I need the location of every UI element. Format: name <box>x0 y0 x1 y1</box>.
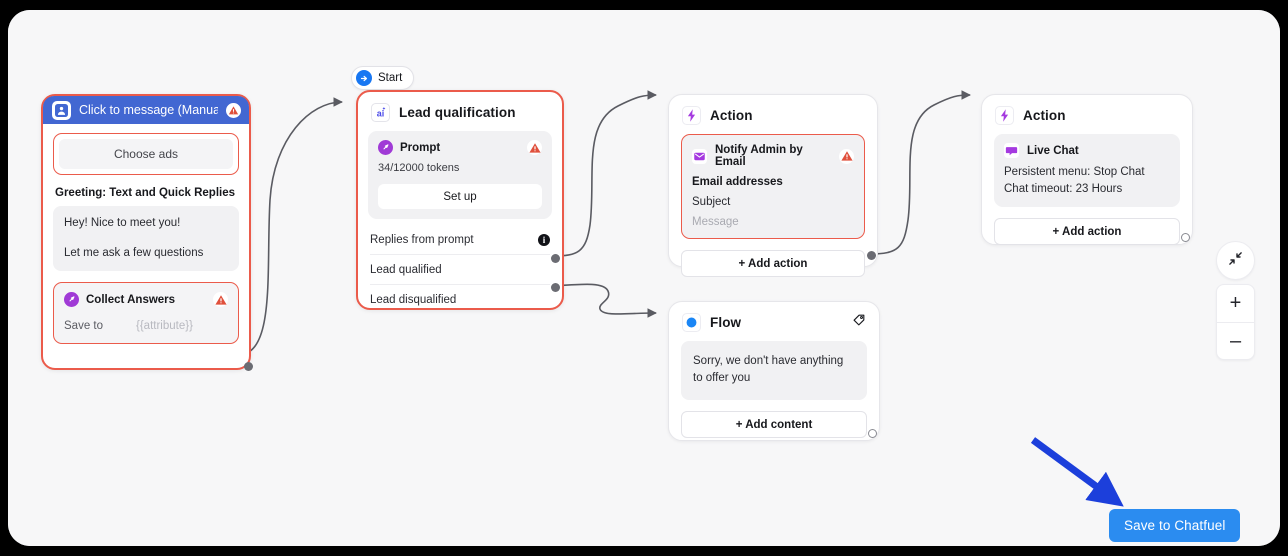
flow-node-title: Flow <box>710 315 742 330</box>
save-to-label: Save to <box>64 320 103 333</box>
collect-answers-icon <box>64 292 79 308</box>
output-label: Lead disqualified <box>370 293 457 306</box>
live-chat-timeout: Chat timeout: 23 Hours <box>1004 182 1123 195</box>
notify-admin-title: Notify Admin by Email <box>715 144 803 168</box>
fit-to-screen-button[interactable] <box>1216 241 1255 280</box>
output-row-lead-qualified[interactable]: Lead qualified <box>370 254 550 284</box>
warning-triangle-icon <box>839 148 854 164</box>
edge-qualified-to-action-email <box>552 90 657 257</box>
choose-ads-button[interactable]: Choose ads <box>59 139 233 169</box>
lead-node-title: Lead qualification <box>399 105 516 120</box>
field-subject: Subject <box>692 196 731 208</box>
node-click-to-message[interactable]: Click to message (Manual ... Choose ads … <box>41 94 253 371</box>
live-chat-header: Live Chat <box>1004 143 1170 158</box>
save-to-chatfuel-button[interactable]: Save to Chatfuel <box>1109 509 1241 542</box>
flow-message-text: Sorry, we don't have anything to offer y… <box>693 355 844 384</box>
flow-canvas[interactable]: Start Click to message (Manual ... <box>8 10 1280 546</box>
action-chat-title: Action <box>1023 108 1066 123</box>
svg-text:ai: ai <box>377 108 385 118</box>
node-action-email[interactable]: Action Notify Admin by Email Email addre… <box>668 94 878 277</box>
field-message: Message <box>692 216 739 228</box>
prompt-card[interactable]: Prompt 34/12000 tokens Set up <box>368 131 552 219</box>
node-action-live-chat[interactable]: Action Live Chat Persistent menu: Stop C… <box>981 94 1193 246</box>
greeting-section-label: Greeting: Text and Quick Replies <box>55 187 235 199</box>
entry-node-body: Choose ads Greeting: Text and Quick Repl… <box>43 124 249 354</box>
collect-answers-title: Collect Answers <box>86 293 176 306</box>
output-label: Replies from prompt <box>370 233 474 246</box>
field-email-addresses: Email addresses <box>692 176 783 188</box>
flow-output-port[interactable] <box>868 429 877 438</box>
arrow-right-circle-icon <box>356 70 372 86</box>
app-window: Start Click to message (Manual ... <box>8 10 1280 546</box>
warning-triangle-icon <box>226 102 241 118</box>
output-row-replies-from-prompt[interactable]: Replies from prompt i <box>370 225 550 254</box>
output-label: Lead qualified <box>370 263 442 276</box>
live-chat-card[interactable]: Live Chat Persistent menu: Stop Chat Cha… <box>994 134 1180 208</box>
action-chat-header: Action <box>982 95 1192 134</box>
zoom-in-button[interactable]: + <box>1217 285 1254 322</box>
ai-icon: ai <box>371 103 390 122</box>
prompt-title: Prompt <box>400 141 441 154</box>
action-email-output-port[interactable] <box>867 251 876 260</box>
notify-admin-card[interactable]: Notify Admin by Email Email addresses Su… <box>681 134 865 239</box>
warning-triangle-icon <box>527 140 542 155</box>
collect-answers-card[interactable]: Collect Answers Save to {{attribute}} <box>53 282 239 345</box>
add-content-button[interactable]: + Add content <box>681 411 867 439</box>
node-flow[interactable]: Flow Sorry, we don't have anything to of… <box>668 301 880 441</box>
add-action-button[interactable]: + Add action <box>681 250 865 277</box>
action-bolt-icon <box>995 106 1014 125</box>
action-chat-output-port[interactable] <box>1181 233 1190 242</box>
warning-triangle-icon <box>213 292 228 308</box>
port-lead-qualified[interactable] <box>551 254 560 263</box>
notify-admin-header: Notify Admin by Email <box>692 144 854 168</box>
collect-answers-header: Collect Answers <box>64 292 228 308</box>
greeting-bubble-1: Hey! Nice to meet you! <box>64 217 181 229</box>
node-lead-qualification[interactable]: ai Lead qualification Prompt 34/12000 to… <box>356 90 564 310</box>
click-to-message-icon <box>52 100 71 120</box>
entry-node-header: Click to message (Manual ... <box>43 96 249 124</box>
zoom-controls[interactable]: + – <box>1216 284 1255 360</box>
action-bolt-icon <box>682 106 701 125</box>
prompt-icon <box>378 140 393 155</box>
edge-disqualified-to-flow <box>552 283 657 318</box>
annotation-arrow <box>1030 437 1124 507</box>
live-chat-title: Live Chat <box>1027 144 1079 157</box>
live-chat-icon <box>1004 143 1019 158</box>
entry-node-title: Click to message (Manual ... <box>79 103 218 117</box>
add-action-button[interactable]: + Add action <box>994 218 1180 246</box>
email-icon <box>692 148 707 164</box>
choose-ads-block[interactable]: Choose ads <box>53 133 239 175</box>
greeting-bubbles[interactable]: Hey! Nice to meet you! Let me ask a few … <box>53 206 239 272</box>
output-row-lead-disqualified[interactable]: Lead disqualified <box>370 284 550 314</box>
greeting-bubble-2: Let me ask a few questions <box>64 247 204 260</box>
prompt-setup-button[interactable]: Set up <box>378 184 542 209</box>
tag-icon[interactable] <box>852 313 866 332</box>
zoom-out-button[interactable]: – <box>1217 322 1254 359</box>
flow-node-header: Flow <box>669 302 879 341</box>
flow-dot-icon <box>682 313 701 332</box>
action-email-title: Action <box>710 108 753 123</box>
collapse-arrows-icon <box>1228 251 1243 271</box>
edge-action-email-to-chat <box>869 90 971 255</box>
live-chat-persistent-menu: Persistent menu: Stop Chat <box>1004 166 1145 178</box>
start-label: Start <box>378 72 403 84</box>
prompt-header: Prompt <box>378 140 542 155</box>
action-email-header: Action <box>669 95 877 134</box>
entry-output-port[interactable] <box>244 362 253 371</box>
lead-output-rows: Replies from prompt i Lead qualified Lea… <box>358 225 562 314</box>
port-lead-disqualified[interactable] <box>551 283 560 292</box>
save-to-row[interactable]: Save to {{attribute}} <box>64 320 228 332</box>
save-to-value: {{attribute}} <box>136 320 193 333</box>
flow-message-card[interactable]: Sorry, we don't have anything to offer y… <box>681 341 867 401</box>
edge-entry-to-lead <box>237 97 343 356</box>
start-badge[interactable]: Start <box>351 66 415 90</box>
info-icon[interactable]: i <box>538 233 550 246</box>
lead-node-header: ai Lead qualification <box>358 92 562 131</box>
prompt-token-count: 34/12000 tokens <box>378 162 460 174</box>
